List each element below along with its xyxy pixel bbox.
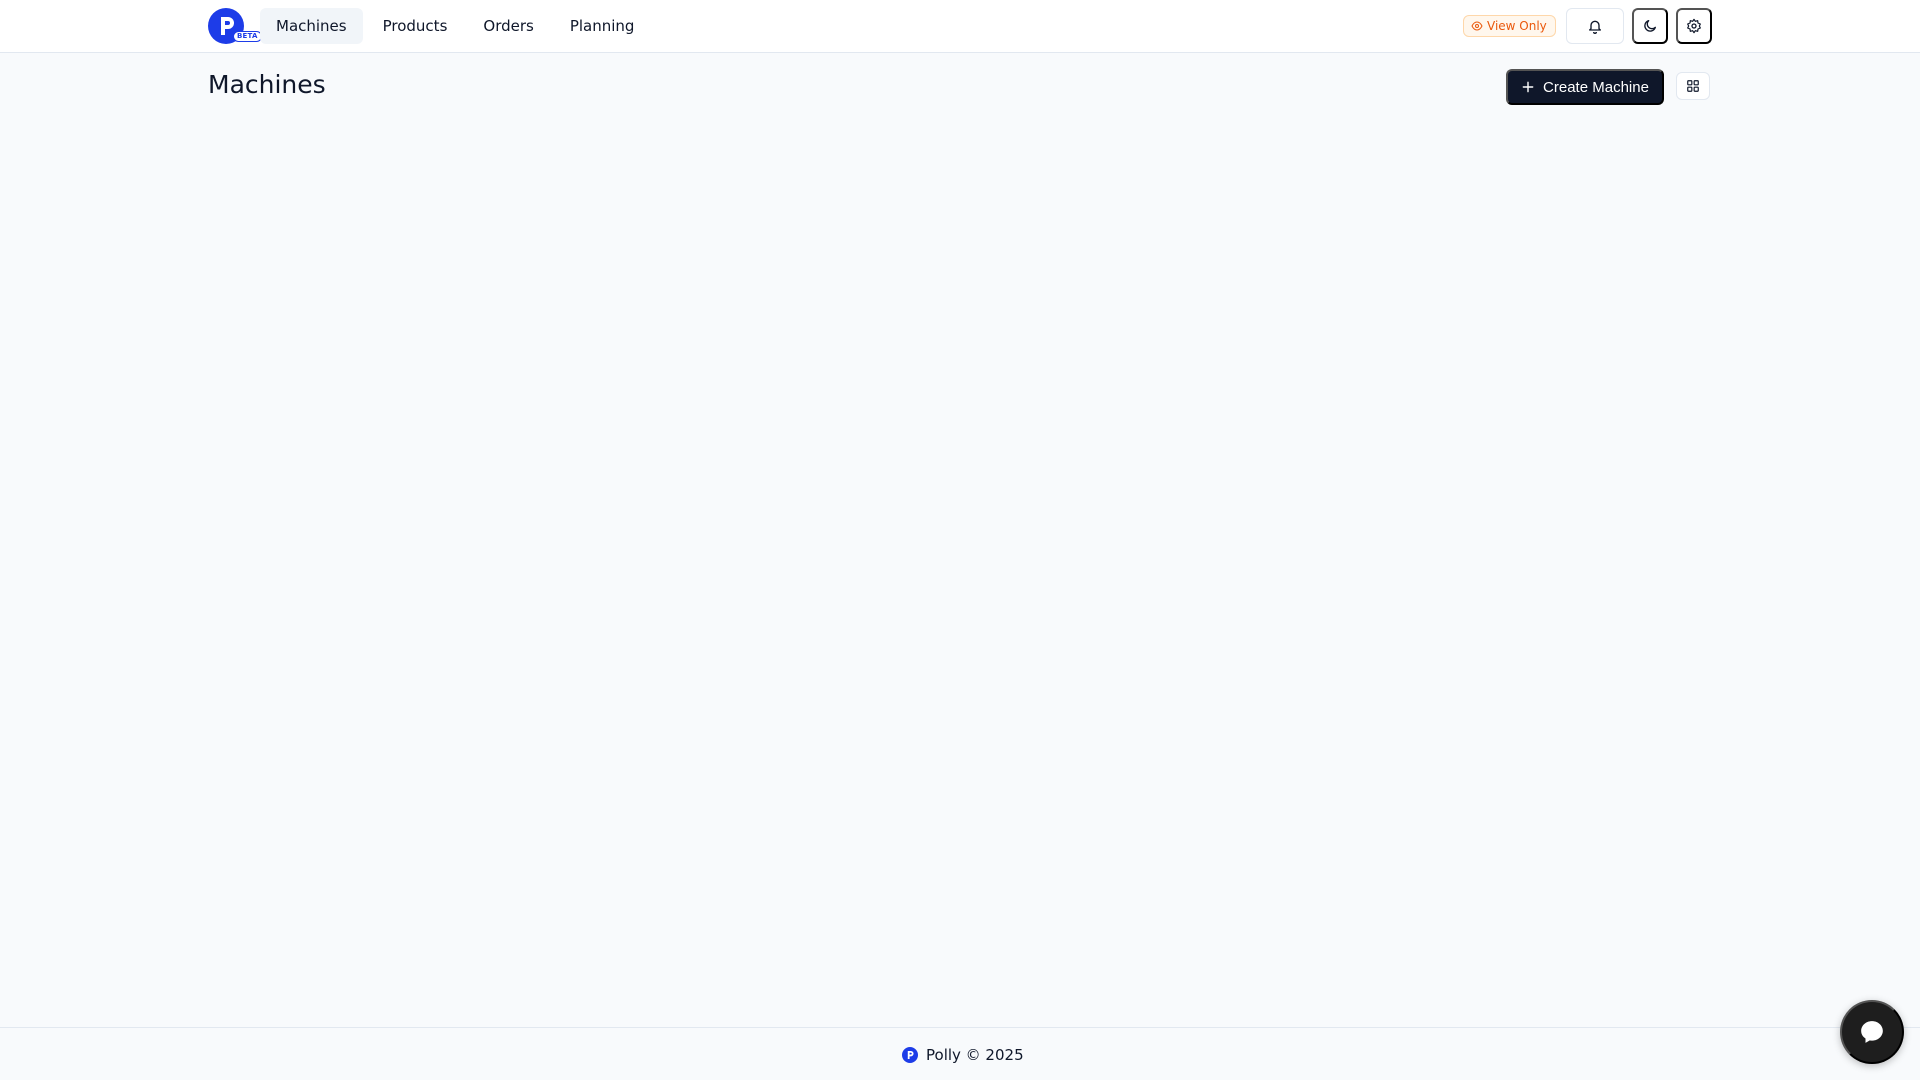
nav-item-products[interactable]: Products (367, 8, 464, 44)
moon-icon (1644, 20, 1656, 32)
nav-item-machines[interactable]: Machines (260, 8, 363, 44)
notifications-button[interactable] (1566, 8, 1624, 44)
nav-item-planning[interactable]: Planning (554, 8, 651, 44)
chat-bubble-icon (1861, 1021, 1883, 1043)
grid-view-toggle-button[interactable] (1676, 72, 1710, 100)
beta-badge: BETA (233, 31, 262, 42)
bell-icon (1589, 20, 1601, 34)
main-nav: Machines Products Orders Planning (260, 8, 650, 44)
create-machine-button[interactable]: Create Machine (1506, 69, 1664, 105)
eye-icon (1471, 21, 1483, 31)
create-machine-label: Create Machine (1543, 78, 1649, 96)
settings-button[interactable] (1676, 8, 1712, 44)
chat-launcher-button[interactable] (1840, 1000, 1904, 1064)
app-page: BETA Machines Products Orders Planning V… (0, 0, 1920, 1080)
grid-icon (1687, 80, 1699, 92)
footer-content: Polly © 2025 (902, 1046, 1024, 1064)
footer-copyright: Polly © 2025 (926, 1046, 1024, 1064)
view-only-badge: View Only (1463, 15, 1556, 37)
gear-icon (1687, 18, 1701, 34)
top-navigation-bar: BETA Machines Products Orders Planning V… (0, 0, 1920, 53)
plus-icon (1522, 81, 1534, 93)
theme-toggle-button[interactable] (1632, 8, 1668, 44)
page-title: Machines (208, 70, 326, 99)
polly-footer-logo-icon (902, 1047, 918, 1063)
nav-item-orders[interactable]: Orders (467, 8, 549, 44)
view-only-label: View Only (1487, 19, 1547, 33)
page-footer: Polly © 2025 (0, 1027, 1920, 1080)
